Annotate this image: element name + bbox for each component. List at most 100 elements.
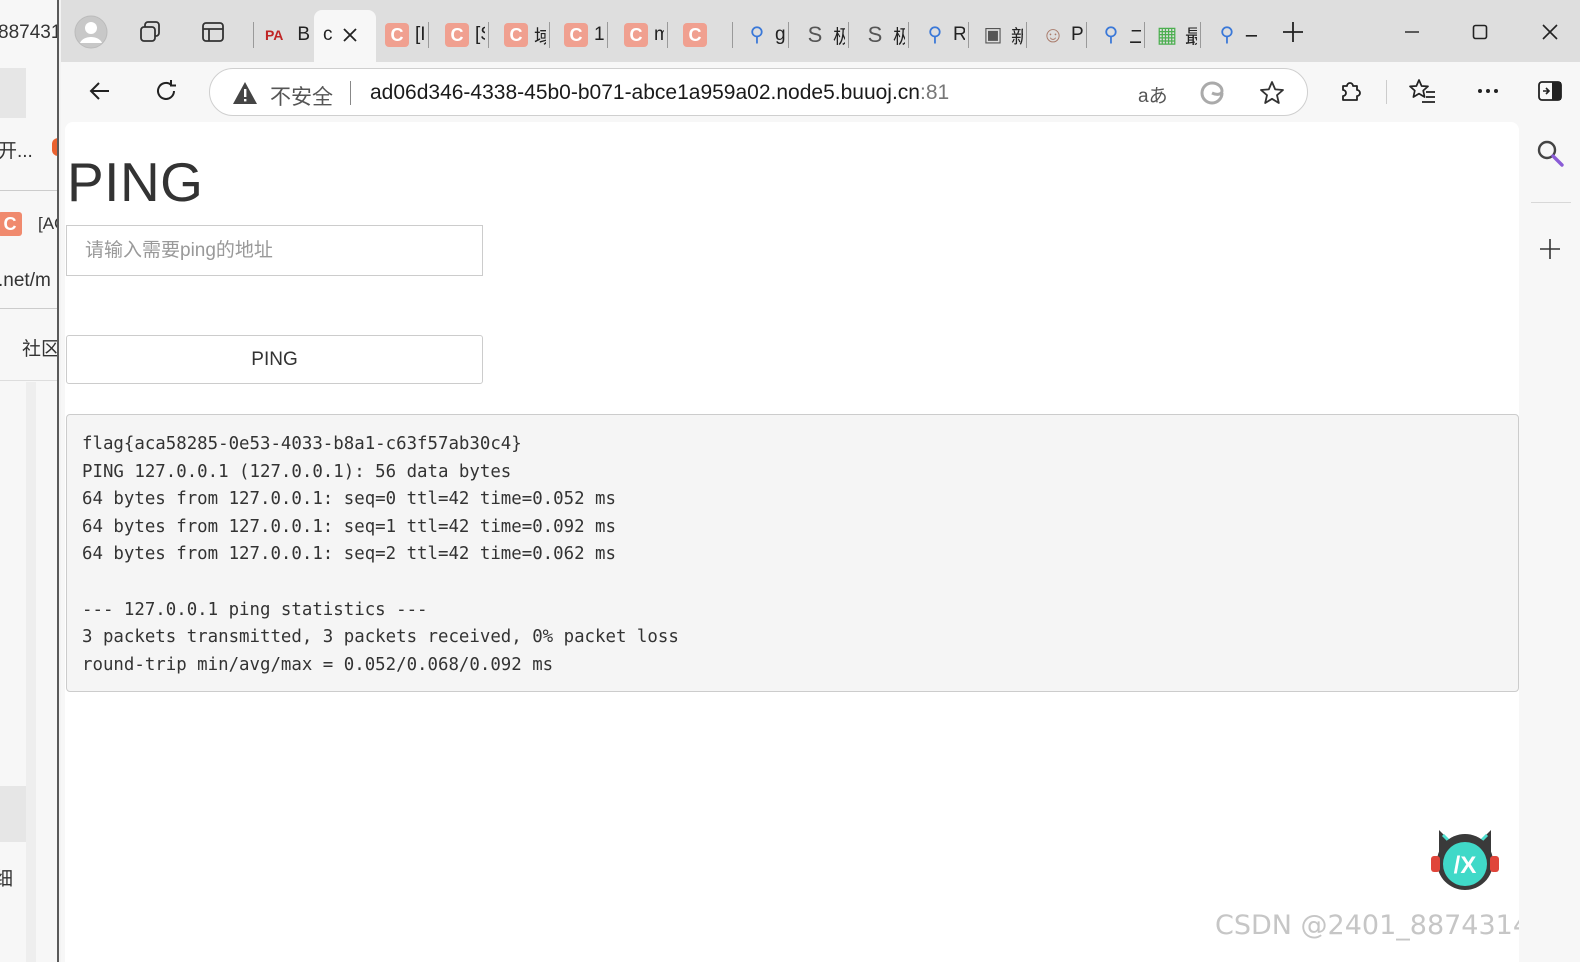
tab-item[interactable]: C — [683, 18, 733, 52]
tab-item[interactable]: ⚲ 二 — [1099, 18, 1145, 52]
tab-title: c — [323, 24, 333, 45]
sidebar-divider — [1531, 202, 1571, 203]
tab-title: B — [297, 24, 311, 45]
tab-actions-icon — [202, 22, 224, 42]
favorites-button[interactable] — [1403, 72, 1441, 110]
tab-item[interactable]: S极 — [803, 18, 849, 52]
tab-item[interactable]: C [S — [445, 18, 489, 52]
edge-sidebar — [1531, 120, 1580, 962]
warning-icon[interactable] — [232, 81, 258, 110]
csdn-watermark: CSDN @2401_88743143 — [1215, 910, 1519, 941]
minimize-button[interactable] — [1389, 14, 1435, 50]
tab-item[interactable]: PA B — [265, 18, 310, 52]
tab-item[interactable]: S极 — [863, 18, 909, 52]
output-line: 64 bytes from 127.0.0.1: seq=0 ttl=42 ti… — [82, 489, 616, 510]
address-bar[interactable]: 不安全 ad06d346-4338-45b0-b071-abce1a959a02… — [209, 68, 1308, 116]
tab-title: 域 — [534, 26, 546, 48]
tab-item[interactable]: ☺ P — [1041, 18, 1087, 52]
output-line: 64 bytes from 127.0.0.1: seq=2 ttl=42 ti… — [82, 544, 616, 565]
close-icon — [343, 28, 357, 42]
tab-item[interactable]: ⚲ g — [745, 18, 789, 52]
mascot-widget[interactable]: /X — [1429, 822, 1501, 894]
tab-separator — [1144, 22, 1145, 48]
vertical-tabs-button[interactable] — [195, 14, 231, 50]
back-arrow-icon — [89, 82, 109, 100]
workspaces-icon — [140, 21, 160, 42]
plus-icon — [1540, 239, 1560, 259]
favorite-star-icon[interactable] — [1258, 79, 1286, 113]
background-bar — [0, 68, 26, 118]
tab-title: P — [1071, 24, 1083, 45]
url-text[interactable]: ad06d346-4338-45b0-b071-abce1a959a02.nod… — [370, 81, 949, 105]
tab-title: 1 — [594, 24, 604, 45]
grid-favicon-icon: ▦ — [1156, 22, 1178, 47]
new-tab-button[interactable] — [1275, 14, 1311, 50]
background-text-fragment: 细 — [0, 864, 13, 891]
sidebar-search-button[interactable] — [1535, 138, 1565, 173]
background-favicon — [52, 138, 57, 156]
tab-item[interactable]: ▣ 新 — [981, 18, 1027, 52]
tab-title: 一 — [1245, 26, 1257, 48]
tab-separator — [667, 22, 668, 48]
tab-separator — [788, 22, 789, 48]
tab-item[interactable]: C域 — [504, 18, 550, 52]
tab-item-active[interactable]: c — [323, 18, 333, 52]
security-label[interactable]: 不安全 — [270, 81, 333, 111]
tab-item[interactable]: Cm — [624, 18, 668, 52]
workspaces-button[interactable] — [133, 14, 169, 50]
background-text-fragment: 开... — [0, 141, 33, 162]
refresh-edge-icon[interactable] — [1198, 79, 1226, 113]
ping-address-input[interactable] — [66, 225, 483, 276]
maximize-button[interactable] — [1457, 14, 1503, 50]
tab-item[interactable]: ▦ 最 — [1155, 18, 1201, 52]
tab-separator — [1086, 22, 1087, 48]
toolbar: 不安全 ad06d346-4338-45b0-b071-abce1a959a02… — [61, 62, 1580, 120]
csdn-favicon-icon: C — [504, 23, 528, 47]
tab-title: 最 — [1185, 26, 1197, 48]
sidebar-add-button[interactable] — [1539, 238, 1561, 265]
background-text-fragment: 887431 — [0, 22, 59, 43]
tab-separator — [1200, 22, 1201, 48]
tab-separator — [253, 22, 254, 48]
tab-title: R — [953, 24, 965, 45]
tab-favicon: PA — [265, 27, 284, 43]
output-line: round-trip min/avg/max = 0.052/0.068/0.0… — [82, 654, 554, 675]
svg-text:/X: /X — [1454, 852, 1477, 879]
tab-item[interactable]: C [I — [385, 18, 429, 52]
output-line: flag{aca58285-0e53-4033-b8a1-c63f57ab30c… — [82, 434, 522, 454]
url-port: :81 — [920, 81, 950, 104]
tab-separator — [908, 22, 909, 48]
tab-title: g — [775, 24, 785, 45]
back-button[interactable] — [81, 72, 119, 110]
profile-avatar[interactable] — [73, 14, 109, 50]
tab-item[interactable]: ⚲ R — [923, 18, 969, 52]
extensions-button[interactable] — [1331, 72, 1369, 110]
toolbar-divider — [1386, 80, 1387, 104]
tab-separator — [732, 22, 733, 48]
search-icon — [1537, 140, 1564, 167]
csdn-favicon-icon: C — [683, 23, 707, 47]
app-icon: ▣ — [983, 24, 1003, 46]
s-logo-icon: S — [867, 22, 883, 47]
avatar-favicon-icon: ☺ — [1041, 22, 1065, 47]
read-aloud-button[interactable]: aあ — [1138, 81, 1168, 108]
background-community-fragment: 社区 — [22, 339, 59, 360]
tab-item[interactable]: ⚲ 一 — [1215, 18, 1257, 52]
close-tab-button[interactable] — [333, 18, 367, 52]
more-menu-button[interactable] — [1469, 72, 1507, 110]
reload-icon — [157, 80, 176, 100]
minimize-icon — [1405, 31, 1419, 33]
reload-button[interactable] — [147, 72, 185, 110]
close-window-button[interactable] — [1527, 14, 1573, 50]
tab-item[interactable]: C1 — [564, 18, 608, 52]
background-tab-fragment: [AC — [38, 214, 57, 233]
sidebar-toggle-button[interactable] — [1531, 72, 1569, 110]
tab-title: 新 — [1011, 26, 1023, 48]
ping-button[interactable]: PING — [66, 335, 483, 384]
ping-output: flag{aca58285-0e53-4033-b8a1-c63f57ab30c… — [66, 414, 1519, 692]
cat-mascot-icon: /X — [1431, 830, 1499, 890]
profile-icon — [74, 15, 108, 49]
tab-separator — [488, 22, 489, 48]
search-icon: ⚲ — [927, 24, 943, 46]
